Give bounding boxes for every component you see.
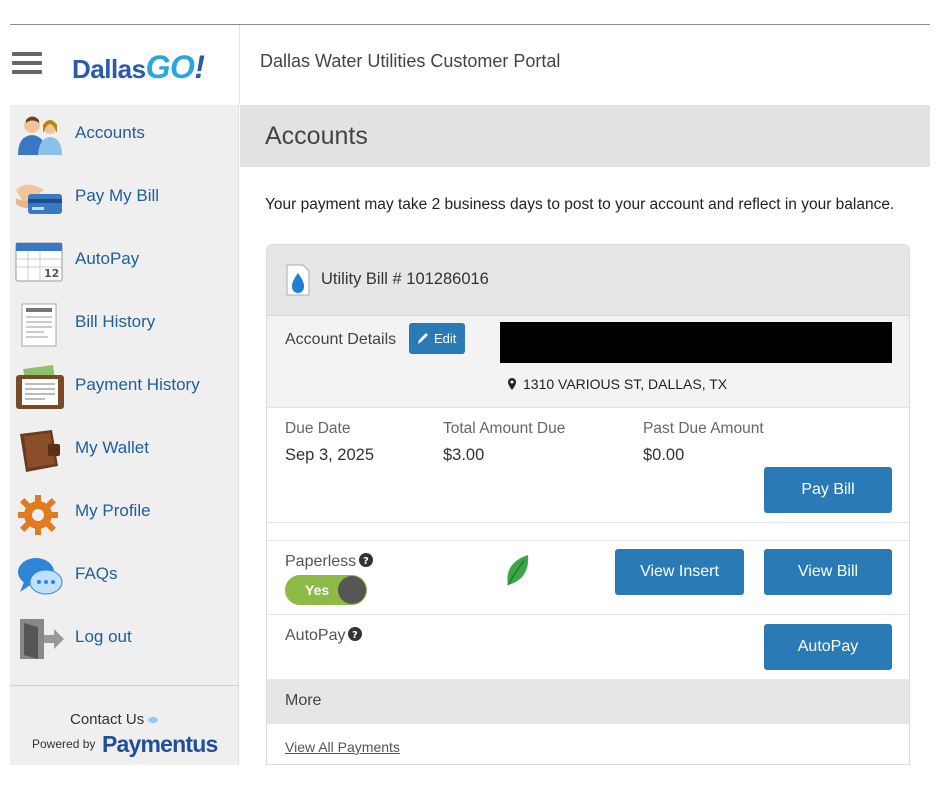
help-icon[interactable]: ? — [348, 627, 363, 641]
account-details-section: Account Details Edit 1310 VARIOUS ST, DA… — [267, 316, 909, 408]
contact-us-link[interactable]: Contact Us — [70, 711, 159, 728]
sidebar-item-faqs[interactable]: FAQs — [10, 546, 239, 609]
page-title: Accounts — [265, 122, 368, 150]
chat-small-icon — [148, 717, 159, 723]
view-insert-button[interactable]: View Insert — [615, 549, 744, 595]
more-label: More — [285, 692, 322, 709]
wallet-cash-icon — [16, 364, 64, 409]
card-header: Utility Bill # 101286016 — [267, 245, 909, 316]
sidebar-item-payment-history[interactable]: Payment History — [10, 357, 239, 420]
utility-bill-card: Utility Bill # 101286016 Account Details… — [266, 244, 910, 765]
sidebar-item-my-profile[interactable]: My Profile — [10, 483, 239, 546]
paperless-toggle[interactable]: Yes — [285, 575, 367, 605]
edit-account-button[interactable]: Edit — [409, 323, 465, 354]
help-icon[interactable]: ? — [359, 553, 374, 567]
toggle-knob — [338, 576, 366, 604]
hamburger-menu-icon[interactable] — [12, 52, 42, 74]
portal-title: Dallas Water Utilities Customer Portal — [260, 51, 561, 71]
past-due-value: $0.00 — [643, 446, 685, 464]
view-all-payments-link[interactable]: View All Payments — [285, 739, 400, 755]
wallet-icon — [20, 430, 60, 472]
total-due-value: $3.00 — [443, 446, 485, 464]
people-icon — [18, 116, 62, 155]
billing-summary-section: Due Date Sep 3, 2025 Total Amount Due $3… — [267, 408, 909, 523]
sidebar-item-accounts[interactable]: Accounts — [10, 105, 239, 168]
logout-icon — [20, 619, 64, 659]
sidebar-item-autopay[interactable]: 12 AutoPay — [10, 231, 239, 294]
sidebar: Accounts Pay My Bill 12 AutoPay Bill His… — [10, 105, 239, 765]
invoice-icon — [21, 303, 57, 347]
due-date-label: Due Date — [285, 420, 351, 437]
calendar-day: 12 — [44, 267, 59, 280]
sidebar-item-pay-my-bill[interactable]: Pay My Bill — [10, 168, 239, 231]
pencil-icon — [418, 333, 428, 344]
svg-text:?: ? — [363, 556, 369, 567]
sidebar-item-bill-history[interactable]: Bill History — [10, 294, 239, 357]
location-pin-icon — [508, 378, 516, 390]
gear-icon — [18, 495, 58, 535]
view-bill-button[interactable]: View Bill — [764, 549, 892, 595]
section-spacer — [267, 523, 909, 541]
calendar-icon: 12 — [15, 242, 63, 282]
sidebar-item-log-out[interactable]: Log out — [10, 609, 239, 672]
pay-bill-button[interactable]: Pay Bill — [764, 467, 892, 513]
card-payment-icon — [16, 184, 62, 214]
app-header: DallasGO! Dallas Water Utilities Custome… — [10, 25, 930, 105]
powered-by-label: Powered by — [32, 737, 96, 751]
due-date-value: Sep 3, 2025 — [285, 446, 374, 464]
paperless-section: Paperless? Yes View Insert View Bill — [267, 541, 909, 615]
header-divider — [239, 25, 240, 105]
paymentus-logo: Paymentus — [102, 731, 218, 757]
utility-bill-title: Utility Bill # 101286016 — [321, 270, 489, 288]
service-address: 1310 VARIOUS ST, DALLAS, TX — [507, 376, 727, 392]
redacted-account-info — [500, 322, 892, 363]
paperless-label: Paperless? — [285, 553, 374, 571]
account-details-label: Account Details — [285, 331, 397, 348]
autopay-label: AutoPay? — [285, 627, 363, 645]
svg-text:?: ? — [352, 630, 358, 641]
sidebar-item-my-wallet[interactable]: My Wallet — [10, 420, 239, 483]
water-drop-icon — [286, 264, 310, 296]
payment-notice: Your payment may take 2 business days to… — [265, 196, 895, 213]
green-leaf-icon — [507, 555, 529, 586]
more-section-header: More — [267, 679, 909, 724]
page-title-bar: Accounts — [240, 105, 930, 167]
dallasgo-logo[interactable]: DallasGO! — [72, 49, 205, 86]
sidebar-divider — [10, 685, 239, 686]
autopay-button[interactable]: AutoPay — [764, 624, 892, 670]
total-due-label: Total Amount Due — [443, 420, 566, 437]
autopay-section: AutoPay? AutoPay — [267, 615, 909, 679]
chat-bubble-icon — [18, 558, 63, 595]
past-due-label: Past Due Amount — [643, 420, 764, 437]
